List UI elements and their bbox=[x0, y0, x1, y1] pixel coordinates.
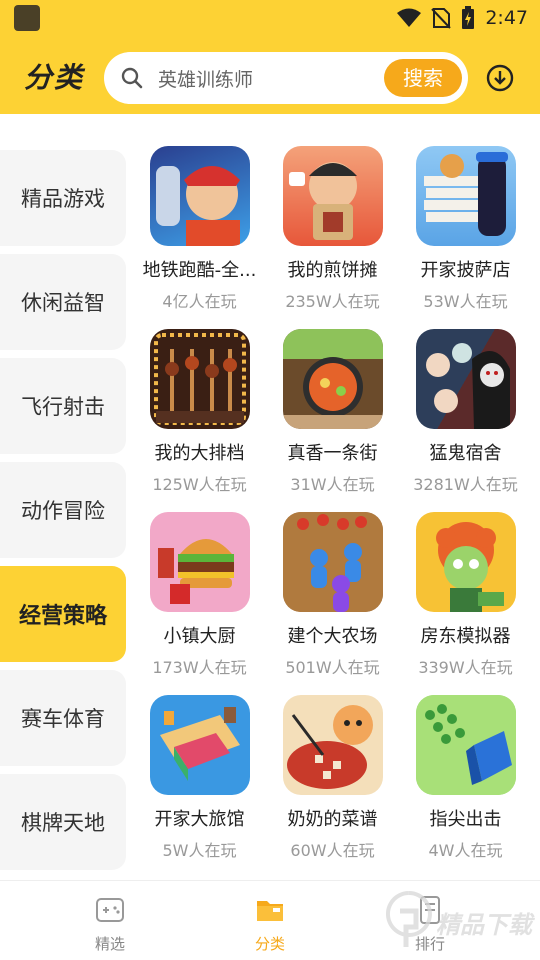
game-name: 奶奶的菜谱 bbox=[287, 809, 378, 830]
battery-charging-icon bbox=[462, 6, 475, 29]
category-item[interactable]: 飞行射击 bbox=[0, 358, 126, 454]
watermark-logo-icon bbox=[386, 891, 432, 947]
game-icon-ghost-dorm bbox=[415, 329, 516, 429]
game-icon-landlord bbox=[415, 512, 516, 612]
game-icon-pizza bbox=[415, 146, 516, 246]
game-card[interactable]: 奶奶的菜谱 60W人在玩 bbox=[266, 695, 399, 861]
category-sidebar: 精品游戏 休闲益智 飞行射击 动作冒险 经营策略 赛车体育 棋牌天地 bbox=[0, 150, 126, 878]
game-players: 5W人在玩 bbox=[162, 841, 237, 860]
game-name: 开家大旅馆 bbox=[154, 809, 245, 830]
search-icon bbox=[121, 67, 143, 89]
game-name: 我的大排档 bbox=[154, 443, 245, 464]
game-card[interactable]: 我的煎饼摊 235W人在玩 bbox=[266, 146, 399, 312]
game-card[interactable]: 指尖出击 4W人在玩 bbox=[399, 695, 532, 861]
game-players: 4W人在玩 bbox=[428, 841, 503, 860]
game-icon-street bbox=[282, 329, 383, 429]
game-players: 53W人在玩 bbox=[423, 292, 508, 311]
category-content: 精品游戏 休闲益智 飞行射击 动作冒险 经营策略 赛车体育 棋牌天地 地铁跑酷-… bbox=[0, 114, 540, 880]
header: 分类 英雄训练师 搜索 bbox=[0, 36, 540, 114]
game-card[interactable]: 建个大农场 501W人在玩 bbox=[266, 512, 399, 678]
category-item[interactable]: 棋牌天地 bbox=[0, 774, 126, 870]
download-icon[interactable] bbox=[486, 64, 514, 92]
game-card[interactable]: 小镇大厨 173W人在玩 bbox=[133, 512, 266, 678]
game-icon-subway bbox=[149, 146, 250, 246]
search-button[interactable]: 搜索 bbox=[384, 59, 462, 97]
game-icon-hotel bbox=[149, 695, 250, 795]
game-icon-grandma-recipe bbox=[282, 695, 383, 795]
game-card[interactable]: 真香一条街 31W人在玩 bbox=[266, 329, 399, 495]
game-players: 501W人在玩 bbox=[285, 658, 380, 677]
game-players: 173W人在玩 bbox=[152, 658, 247, 677]
app-notification-icon bbox=[14, 5, 40, 31]
category-item[interactable]: 动作冒险 bbox=[0, 462, 126, 558]
game-name: 房东模拟器 bbox=[420, 626, 511, 647]
watermark-text: 精品下载 bbox=[436, 911, 532, 939]
gamepad-icon bbox=[96, 898, 124, 922]
game-icon-bbq bbox=[149, 329, 250, 429]
bottom-nav: 精选 分类 排行 精品下载 bbox=[0, 880, 540, 960]
game-card[interactable]: 猛鬼宿舍 3281W人在玩 bbox=[399, 329, 532, 495]
game-icon-burger bbox=[149, 512, 250, 612]
game-name: 真香一条街 bbox=[287, 443, 378, 464]
nav-item-featured[interactable]: 精选 bbox=[70, 895, 150, 954]
nav-item-category[interactable]: 分类 bbox=[230, 895, 310, 954]
game-players: 235W人在玩 bbox=[285, 292, 380, 311]
category-item[interactable]: 休闲益智 bbox=[0, 254, 126, 350]
game-players: 339W人在玩 bbox=[418, 658, 513, 677]
game-icon-fingertip-strike bbox=[415, 695, 516, 795]
status-bar: 2:47 bbox=[0, 0, 540, 36]
game-card[interactable]: 我的大排档 125W人在玩 bbox=[133, 329, 266, 495]
game-players: 4亿人在玩 bbox=[162, 292, 237, 311]
no-sim-icon bbox=[431, 8, 452, 29]
game-players: 31W人在玩 bbox=[290, 475, 375, 494]
game-name: 开家披萨店 bbox=[420, 260, 511, 281]
category-item[interactable]: 精品游戏 bbox=[0, 150, 126, 246]
game-name: 我的煎饼摊 bbox=[287, 260, 378, 281]
game-name: 建个大农场 bbox=[287, 626, 378, 647]
game-name: 猛鬼宿舍 bbox=[429, 443, 502, 464]
game-icon-pancake bbox=[282, 146, 383, 246]
nav-label: 分类 bbox=[254, 935, 285, 953]
search-placeholder: 英雄训练师 bbox=[158, 69, 254, 91]
watermark: 精品下载 bbox=[386, 887, 540, 957]
category-item[interactable]: 赛车体育 bbox=[0, 670, 126, 766]
game-name: 小镇大厨 bbox=[163, 626, 236, 647]
folder-icon bbox=[257, 901, 283, 921]
status-time: 2:47 bbox=[485, 7, 528, 29]
game-icon-farm bbox=[282, 512, 383, 612]
game-card[interactable]: 地铁跑酷-全... 4亿人在玩 bbox=[133, 146, 266, 312]
game-name: 指尖出击 bbox=[429, 809, 502, 830]
search-input[interactable]: 英雄训练师 搜索 bbox=[104, 52, 468, 104]
page-title: 分类 bbox=[24, 61, 85, 94]
game-name: 地铁跑酷-全... bbox=[142, 260, 257, 281]
game-card[interactable]: 开家披萨店 53W人在玩 bbox=[399, 146, 532, 312]
game-players: 125W人在玩 bbox=[152, 475, 247, 494]
nav-label: 精选 bbox=[94, 935, 125, 953]
wifi-icon bbox=[397, 8, 422, 27]
status-indicators: 2:47 bbox=[397, 5, 528, 31]
game-players: 60W人在玩 bbox=[290, 841, 375, 860]
category-item-active[interactable]: 经营策略 bbox=[0, 566, 126, 662]
game-card[interactable]: 房东模拟器 339W人在玩 bbox=[399, 512, 532, 678]
game-players: 3281W人在玩 bbox=[413, 475, 518, 494]
game-card[interactable]: 开家大旅馆 5W人在玩 bbox=[133, 695, 266, 861]
